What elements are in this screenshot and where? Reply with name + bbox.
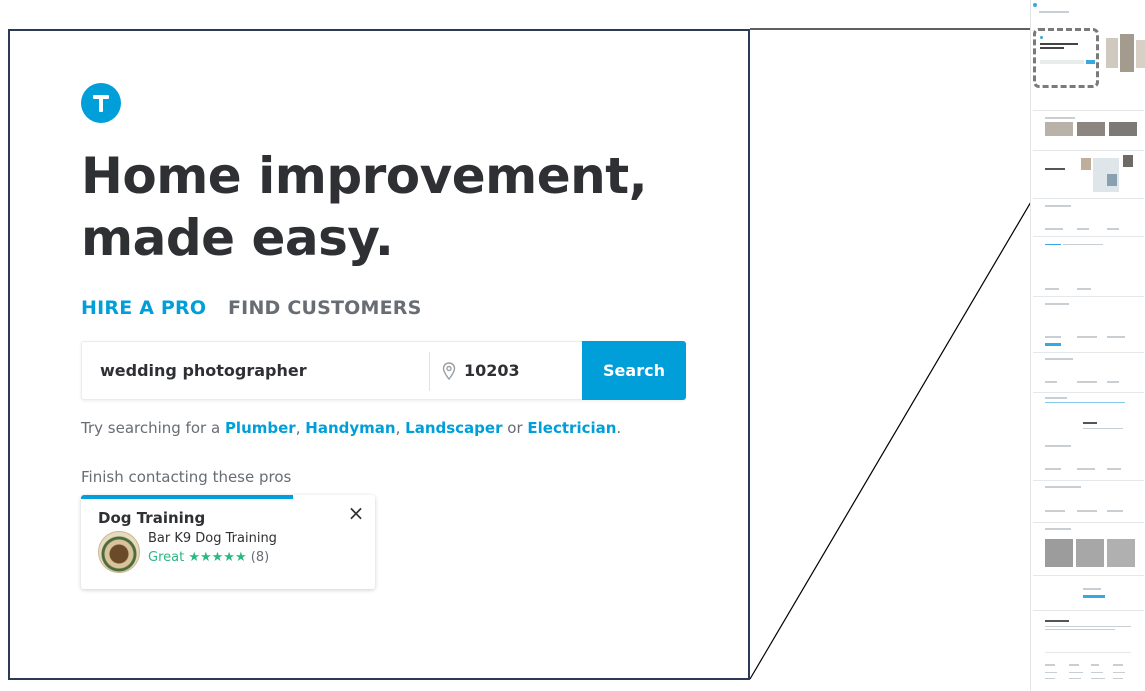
- suggestion-link-plumber[interactable]: Plumber: [225, 419, 296, 437]
- search-query-input[interactable]: wedding photographer: [100, 361, 307, 380]
- suggestion-link-electrician[interactable]: Electrician: [527, 419, 616, 437]
- pro-name: Bar K9 Dog Training: [148, 531, 277, 546]
- suggestions-prefix: Try searching for a: [81, 419, 221, 437]
- thumbnail-highlight-box: [1033, 28, 1099, 88]
- search-divider: [429, 352, 430, 391]
- suggestion-link-landscaper[interactable]: Landscaper: [405, 419, 502, 437]
- pro-card[interactable]: Dog Training × Bar K9 Dog Training Great…: [81, 495, 375, 589]
- full-page-thumbnail: [1030, 0, 1145, 691]
- close-icon[interactable]: ×: [347, 503, 365, 523]
- zip-code-input[interactable]: 10203: [464, 361, 520, 380]
- zoom-illustration: Home improvement, made easy. HIRE A PRO …: [0, 0, 1145, 691]
- card-progress-bar: [81, 495, 293, 499]
- suggestion-separator: ,: [395, 419, 401, 437]
- star-icon: ★★★★★: [188, 550, 247, 565]
- location-pin-icon: [442, 362, 456, 380]
- suggestion-period: .: [616, 419, 622, 437]
- hero-headline: Home improvement, made easy.: [81, 147, 648, 267]
- pro-rating: Great ★★★★★ (8): [148, 550, 269, 565]
- tab-find-customers[interactable]: FIND CUSTOMERS: [228, 297, 422, 319]
- search-form: wedding photographer 10203 Search: [81, 341, 686, 400]
- review-count: (8): [250, 550, 270, 565]
- avatar: [98, 531, 140, 573]
- tab-hire-a-pro[interactable]: HIRE A PRO: [81, 297, 206, 319]
- suggestion-link-handyman[interactable]: Handyman: [305, 419, 395, 437]
- search-suggestions: Try searching for a Plumber, Handyman, L…: [81, 419, 621, 437]
- suggestion-or: or: [507, 419, 523, 437]
- zoomed-hero-panel: Home improvement, made easy. HIRE A PRO …: [8, 29, 750, 680]
- rating-word: Great: [148, 550, 185, 565]
- finish-contacting-label: Finish contacting these pros: [81, 468, 292, 486]
- search-button[interactable]: Search: [582, 341, 686, 400]
- logo-icon[interactable]: [81, 83, 121, 123]
- suggestion-separator: ,: [295, 419, 301, 437]
- card-title: Dog Training: [98, 509, 206, 527]
